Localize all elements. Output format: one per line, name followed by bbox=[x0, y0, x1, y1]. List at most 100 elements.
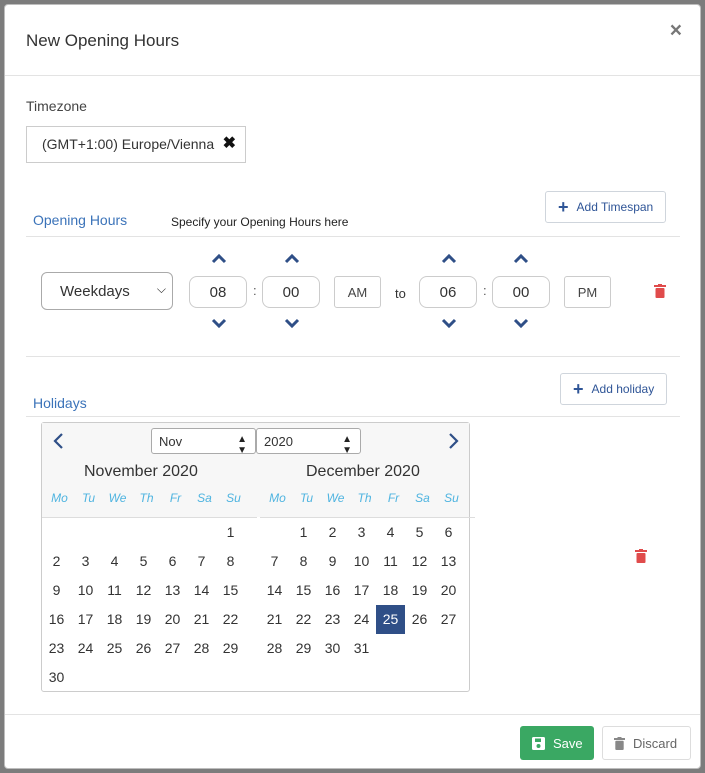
from-minute-down-icon[interactable] bbox=[279, 315, 305, 331]
from-minute-up-icon[interactable] bbox=[279, 251, 305, 267]
calendar-week-row: 23 24 25 26 27 28 29 bbox=[42, 634, 257, 663]
calendar-day[interactable]: 11 bbox=[376, 547, 405, 576]
calendar-day[interactable]: 13 bbox=[434, 547, 463, 576]
calendar-day[interactable]: 19 bbox=[129, 605, 158, 634]
calendar-day[interactable]: 18 bbox=[100, 605, 129, 634]
calendar-day[interactable]: 22 bbox=[216, 605, 245, 634]
month-select-value: Nov bbox=[159, 434, 183, 449]
calendar-day[interactable]: 29 bbox=[216, 634, 245, 663]
calendar-day[interactable]: 7 bbox=[187, 547, 216, 576]
calendar-day-selected[interactable]: 25 bbox=[376, 605, 405, 634]
calendar-day[interactable]: 26 bbox=[405, 605, 434, 634]
calendar-day[interactable]: 15 bbox=[216, 576, 245, 605]
calendar-day[interactable]: 21 bbox=[187, 605, 216, 634]
calendar-empty-cell bbox=[100, 518, 129, 547]
calendar-day[interactable]: 17 bbox=[347, 576, 376, 605]
calendar-day[interactable]: 3 bbox=[71, 547, 100, 576]
calendar-day[interactable]: 12 bbox=[129, 576, 158, 605]
calendar-day[interactable]: 3 bbox=[347, 518, 376, 547]
calendar-day[interactable]: 22 bbox=[289, 605, 318, 634]
to-minute-up-icon[interactable] bbox=[508, 251, 534, 267]
calendar-day[interactable]: 7 bbox=[260, 547, 289, 576]
dialog-header: New Opening Hours × bbox=[5, 5, 700, 76]
to-minute-input[interactable]: 00 bbox=[492, 276, 550, 308]
discard-label: Discard bbox=[633, 735, 678, 751]
calendar-day[interactable]: 27 bbox=[158, 634, 187, 663]
calendar-day[interactable]: 14 bbox=[187, 576, 216, 605]
calendar-day[interactable]: 9 bbox=[318, 547, 347, 576]
month-select[interactable]: Nov ▲ ▼ bbox=[151, 428, 256, 456]
calendar-day[interactable]: 30 bbox=[318, 634, 347, 663]
to-ampm-toggle[interactable]: PM bbox=[564, 276, 611, 308]
add-timespan-button[interactable]: + Add Timespan bbox=[545, 191, 667, 223]
from-ampm-toggle[interactable]: AM bbox=[334, 276, 381, 308]
calendar-day[interactable]: 5 bbox=[405, 518, 434, 547]
weekday-label: Sa bbox=[415, 491, 430, 505]
timezone-select[interactable]: (GMT+1:00) Europe/Vienna ✖ bbox=[26, 126, 246, 163]
calendar-day[interactable]: 30 bbox=[42, 663, 71, 692]
calendar-day[interactable]: 29 bbox=[289, 634, 318, 663]
delete-timespan-trash-icon[interactable] bbox=[654, 284, 666, 298]
calendar-day[interactable]: 13 bbox=[158, 576, 187, 605]
calendar-day[interactable]: 20 bbox=[434, 576, 463, 605]
add-holiday-button[interactable]: + Add holiday bbox=[560, 373, 668, 405]
calendar-day[interactable]: 2 bbox=[42, 547, 71, 576]
prev-month-icon[interactable] bbox=[51, 431, 67, 451]
calendar-day[interactable]: 20 bbox=[158, 605, 187, 634]
calendar-day[interactable]: 8 bbox=[216, 547, 245, 576]
calendar-day[interactable]: 1 bbox=[289, 518, 318, 547]
calendar-day[interactable]: 26 bbox=[129, 634, 158, 663]
discard-button[interactable]: Discard bbox=[602, 726, 691, 760]
calendar-day[interactable]: 16 bbox=[42, 605, 71, 634]
to-hour-up-icon[interactable] bbox=[436, 251, 462, 267]
calendar-day[interactable]: 25 bbox=[100, 634, 129, 663]
calendar-day[interactable]: 8 bbox=[289, 547, 318, 576]
calendar-day[interactable]: 2 bbox=[318, 518, 347, 547]
calendar-day[interactable]: 18 bbox=[376, 576, 405, 605]
calendar-day[interactable]: 23 bbox=[318, 605, 347, 634]
calendar-empty-cell bbox=[158, 518, 187, 547]
calendar-day[interactable]: 24 bbox=[347, 605, 376, 634]
calendar-day[interactable]: 4 bbox=[376, 518, 405, 547]
calendar-day[interactable]: 9 bbox=[42, 576, 71, 605]
to-hour-down-icon[interactable] bbox=[436, 315, 462, 331]
calendar-day[interactable]: 15 bbox=[289, 576, 318, 605]
calendar-day[interactable]: 21 bbox=[260, 605, 289, 634]
calendar-day[interactable]: 10 bbox=[347, 547, 376, 576]
calendar-day[interactable]: 10 bbox=[71, 576, 100, 605]
from-minute-input[interactable]: 00 bbox=[262, 276, 320, 308]
clear-timezone-icon[interactable]: ✖ bbox=[223, 133, 236, 153]
to-minute-down-icon[interactable] bbox=[508, 315, 534, 331]
calendar-day[interactable]: 24 bbox=[71, 634, 100, 663]
close-icon[interactable]: × bbox=[670, 19, 682, 43]
calendar-day[interactable]: 11 bbox=[100, 576, 129, 605]
delete-holiday-trash-icon[interactable] bbox=[635, 549, 647, 563]
calendar-day[interactable]: 4 bbox=[100, 547, 129, 576]
calendar-day[interactable]: 28 bbox=[187, 634, 216, 663]
calendar-day[interactable]: 16 bbox=[318, 576, 347, 605]
calendar-day[interactable]: 1 bbox=[216, 518, 245, 547]
calendar-empty-cell bbox=[129, 663, 158, 692]
calendar-day[interactable]: 31 bbox=[347, 634, 376, 663]
year-select[interactable]: 2020 ▲ ▼ bbox=[256, 428, 361, 456]
calendar-day[interactable]: 5 bbox=[129, 547, 158, 576]
calendar-day[interactable]: 6 bbox=[434, 518, 463, 547]
from-hour-down-icon[interactable] bbox=[206, 315, 232, 331]
calendar-day[interactable]: 12 bbox=[405, 547, 434, 576]
from-hour-up-icon[interactable] bbox=[206, 251, 232, 267]
calendar-day[interactable]: 28 bbox=[260, 634, 289, 663]
calendar-empty-cell bbox=[42, 518, 71, 547]
calendar-day[interactable]: 19 bbox=[405, 576, 434, 605]
calendar-day[interactable]: 6 bbox=[158, 547, 187, 576]
next-month-icon[interactable] bbox=[445, 431, 461, 451]
from-hour-input[interactable]: 08 bbox=[189, 276, 247, 308]
calendar-day[interactable]: 14 bbox=[260, 576, 289, 605]
to-hour-input[interactable]: 06 bbox=[419, 276, 477, 308]
calendar-week-row: 30 bbox=[42, 663, 257, 692]
calendar-day[interactable]: 27 bbox=[434, 605, 463, 634]
holidays-title: Holidays bbox=[33, 395, 87, 411]
calendar-day[interactable]: 17 bbox=[71, 605, 100, 634]
day-select[interactable]: Weekdays ⌵ bbox=[41, 272, 173, 310]
save-button[interactable]: Save bbox=[520, 726, 594, 760]
calendar-day[interactable]: 23 bbox=[42, 634, 71, 663]
